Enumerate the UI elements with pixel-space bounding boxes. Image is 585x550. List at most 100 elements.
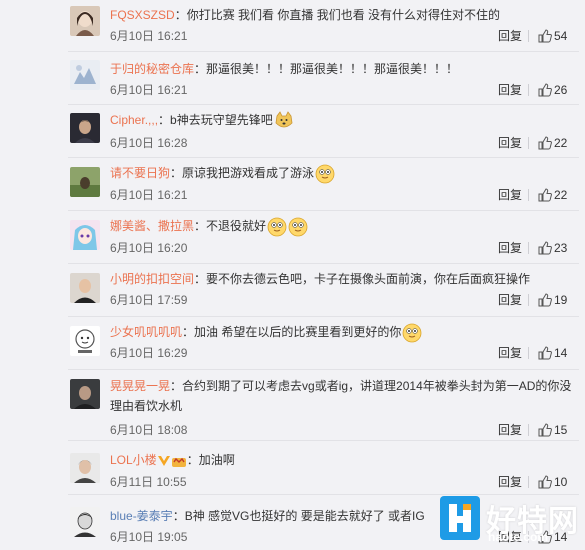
divider xyxy=(528,347,529,359)
comment-date: 6月10日 16:20 xyxy=(110,241,188,255)
thumbs-up-icon xyxy=(538,83,552,97)
divider xyxy=(528,189,529,201)
comment-date: 6月10日 17:59 xyxy=(110,293,188,307)
like-button[interactable]: 26 xyxy=(538,82,567,98)
crown-badge-icon xyxy=(171,457,186,467)
reply-button[interactable]: 回复 xyxy=(498,345,522,361)
comment-date: 6月10日 16:21 xyxy=(110,29,188,43)
like-button[interactable]: 54 xyxy=(538,28,567,44)
drool-face-emoji-icon xyxy=(315,164,335,184)
like-count: 22 xyxy=(554,188,568,202)
comment-date: 6月10日 16:29 xyxy=(110,346,188,360)
drool-face-emoji-icon xyxy=(267,217,287,237)
comment-text: 那逼很美！！！那逼很美！！！那逼很美！！！ xyxy=(206,62,459,76)
like-count: 54 xyxy=(554,29,568,43)
comment-item: 请不要日狗：原谅我把游戏看成了游泳 6月10日 16:21 回复 22 xyxy=(0,158,585,211)
comment-date: 6月11日 10:55 xyxy=(110,475,187,489)
divider xyxy=(528,294,529,306)
like-count: 23 xyxy=(554,241,568,255)
comment-date: 6月10日 16:21 xyxy=(110,83,188,97)
reply-button[interactable]: 回复 xyxy=(498,240,522,256)
like-count: 14 xyxy=(554,346,568,360)
username[interactable]: 少女叽叽叽叽 xyxy=(110,325,182,339)
comment-text: 原谅我把游戏看成了游泳 xyxy=(182,166,315,181)
divider xyxy=(528,30,529,42)
username[interactable]: 娜美酱、撒拉黑 xyxy=(110,219,194,233)
reply-button[interactable]: 回复 xyxy=(498,187,522,203)
like-button[interactable]: 19 xyxy=(538,292,567,308)
like-count: 26 xyxy=(554,83,568,97)
avatar[interactable] xyxy=(70,220,100,250)
comment-item: 少女叽叽叽叽：加油 希望在以后的比赛里看到更好的你 6月10日 16:29 回复… xyxy=(0,317,585,370)
username[interactable]: blue-姜泰宇 xyxy=(110,509,173,523)
thumbs-up-icon xyxy=(538,188,552,202)
drool-face-emoji-icon xyxy=(288,217,308,237)
comment-text: b神去玩守望先锋吧 xyxy=(170,113,273,128)
comment-text: 你打比赛 我们看 你直播 我们也看 没有什么对得住对不住的 xyxy=(186,8,501,22)
like-button[interactable]: 14 xyxy=(538,345,567,361)
comment-text: 加油 希望在以后的比赛里看到更好的你 xyxy=(194,325,402,340)
thumbs-up-icon xyxy=(538,241,552,255)
like-count: 10 xyxy=(554,475,568,489)
username[interactable]: 晃晃晃一晃 xyxy=(110,379,170,393)
avatar[interactable] xyxy=(70,379,100,409)
like-count: 19 xyxy=(554,293,568,307)
thumbs-up-icon xyxy=(538,475,552,489)
avatar[interactable] xyxy=(70,167,100,197)
comment-date: 6月10日 16:28 xyxy=(110,136,188,150)
avatar[interactable] xyxy=(70,507,100,537)
reply-button[interactable]: 回复 xyxy=(498,292,522,308)
comment-item: 娜美酱、撒拉黑：不退役就好 6月10日 16:20 回复 23 xyxy=(0,211,585,264)
divider xyxy=(528,476,529,488)
like-count: 22 xyxy=(554,136,568,150)
comment-item: 晃晃晃一晃：合约到期了可以考虑去vg或者ig，讲道理2014年被拳头封为第一AD… xyxy=(0,370,585,441)
divider xyxy=(528,424,529,436)
thumbs-up-icon xyxy=(538,29,552,43)
avatar[interactable] xyxy=(70,6,100,36)
comment-item: FQSXSZSD：你打比赛 我们看 你直播 我们也看 没有什么对得住对不住的 6… xyxy=(0,0,585,52)
drool-face-emoji-icon xyxy=(402,323,422,343)
reply-button[interactable]: 回复 xyxy=(498,474,522,490)
thumbs-up-icon xyxy=(538,136,552,150)
username[interactable]: 请不要日狗 xyxy=(110,166,170,180)
reply-button[interactable]: 回复 xyxy=(498,82,522,98)
reply-button[interactable]: 回复 xyxy=(498,28,522,44)
comment-date: 6月10日 16:21 xyxy=(110,188,188,202)
avatar[interactable] xyxy=(70,273,100,303)
comment-text: 要不你去德云色吧，卡子在摄像头面前演，你在后面疯狂操作 xyxy=(206,272,531,286)
thumbs-up-icon xyxy=(538,293,552,307)
like-button[interactable]: 23 xyxy=(538,240,567,256)
like-button[interactable]: 15 xyxy=(538,422,567,438)
like-button[interactable]: 22 xyxy=(538,187,567,203)
avatar[interactable] xyxy=(70,453,100,483)
divider xyxy=(528,242,529,254)
username[interactable]: 于归的秘密仓库 xyxy=(110,62,194,76)
thumbs-up-icon xyxy=(538,346,552,360)
username[interactable]: Cipher.,,, xyxy=(110,113,158,127)
reply-button[interactable]: 回复 xyxy=(498,135,522,151)
thumbs-up-icon xyxy=(538,423,552,437)
doge-emoji-icon xyxy=(275,111,293,128)
username[interactable]: FQSXSZSD xyxy=(110,8,175,22)
comment-item: 小明的扣扣空间：要不你去德云色吧，卡子在摄像头面前演，你在后面疯狂操作 6月10… xyxy=(0,264,585,317)
divider xyxy=(528,84,529,96)
comment-text: 不退役就好 xyxy=(206,219,267,234)
comment-item: LOL小楼 ：加油啊 6月11日 10:55 回复 10 xyxy=(0,441,585,495)
vip-badge-icon xyxy=(157,455,170,466)
comment-date: 6月10日 18:08 xyxy=(110,423,188,437)
comment-date: 6月10日 19:05 xyxy=(110,530,188,544)
comment-text: B神 感觉VG也挺好的 要是能去就好了 或者IG xyxy=(184,509,425,523)
reply-button[interactable]: 回复 xyxy=(498,422,522,438)
like-button[interactable]: 10 xyxy=(538,474,567,490)
divider xyxy=(528,137,529,149)
comment-item: 于归的秘密仓库：那逼很美！！！那逼很美！！！那逼很美！！！ 6月10日 16:2… xyxy=(0,52,585,105)
comment-text: 加油啊 xyxy=(198,453,235,467)
username[interactable]: 小明的扣扣空间 xyxy=(110,272,194,286)
like-button[interactable]: 22 xyxy=(538,135,567,151)
avatar[interactable] xyxy=(70,326,100,356)
username[interactable]: LOL小楼 xyxy=(110,453,157,467)
watermark-url: haote.com xyxy=(488,530,549,544)
comment-item: Cipher.,,,：b神去玩守望先锋吧 6月10日 16:28 回复 22 xyxy=(0,105,585,158)
avatar[interactable] xyxy=(70,60,100,90)
avatar[interactable] xyxy=(70,113,100,143)
